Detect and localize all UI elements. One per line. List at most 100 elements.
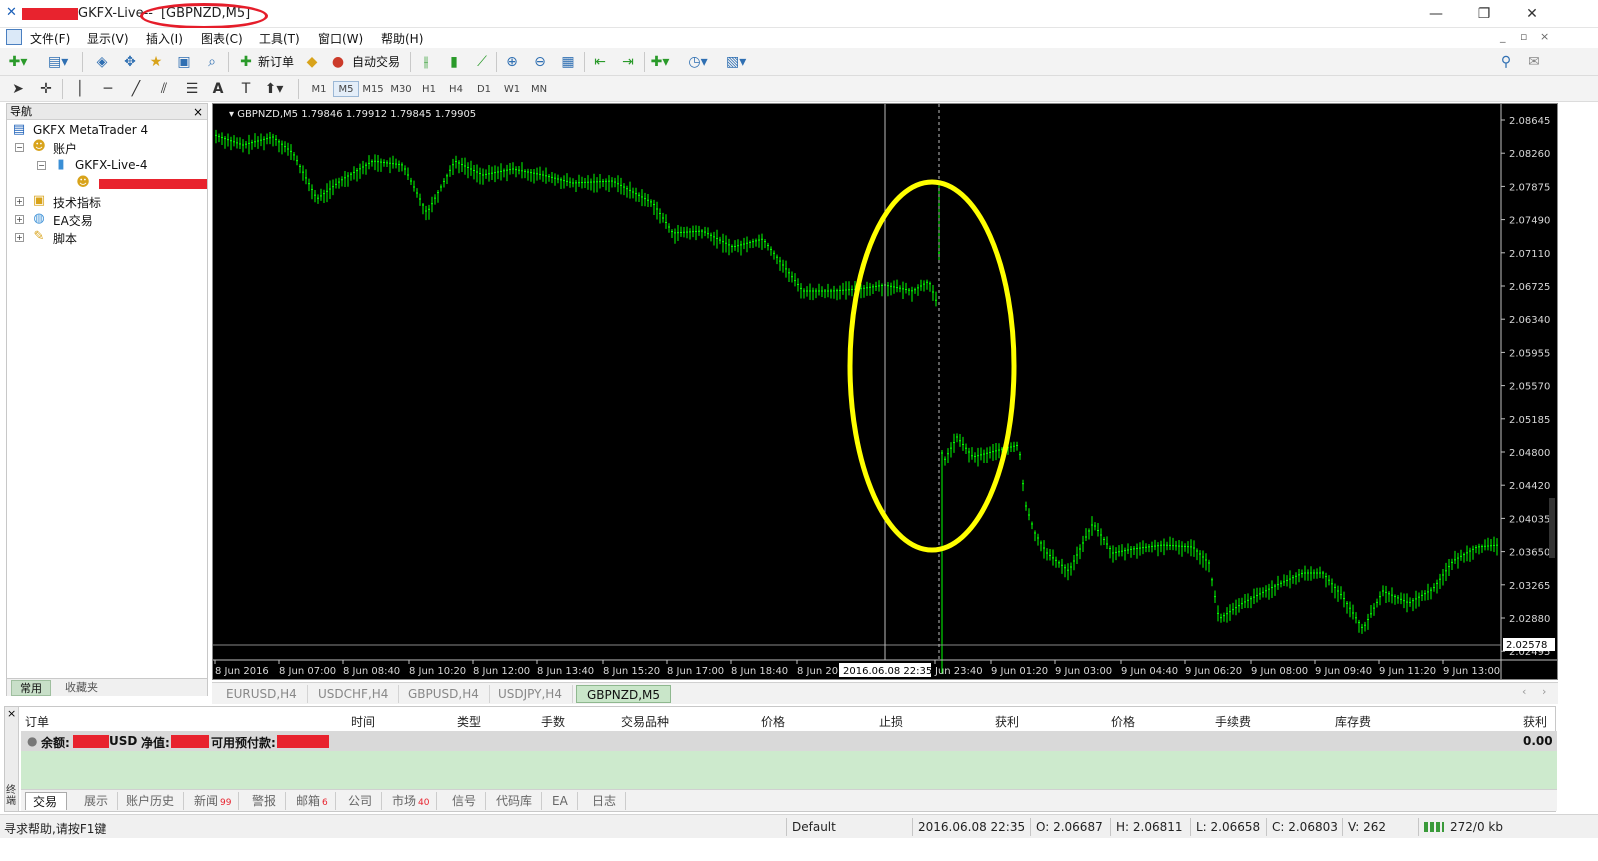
timeframe-m15[interactable]: M15 (360, 81, 386, 97)
col-time[interactable]: 时间 (351, 713, 375, 730)
terminal-close-icon[interactable]: × (7, 707, 16, 720)
new-order-button[interactable]: 新订单 (256, 52, 294, 72)
chart-window[interactable]: 2.08645 2.08260 2.07875 2.07490 2.07110 2.067… (212, 103, 1558, 680)
text-label-icon[interactable]: T (236, 79, 256, 99)
bar-chart-icon[interactable]: ⫲ (416, 52, 436, 72)
col-swap[interactable]: 库存费 (1335, 713, 1371, 730)
nav-indicators[interactable]: 技术指标 (53, 194, 101, 211)
trendline-icon[interactable]: ╱ (126, 79, 146, 99)
menu-chart[interactable]: 图表(C) (201, 30, 243, 47)
auto-scroll-icon[interactable]: ⇤ (590, 52, 610, 72)
timeframe-h4[interactable]: H4 (443, 81, 469, 97)
nav-account-server[interactable]: GKFX-Live-4 (75, 158, 148, 172)
zoom-in-icon[interactable]: ⊕ (502, 52, 522, 72)
new-chart-icon[interactable]: ✚▾ (8, 52, 28, 72)
col-profit[interactable]: 获利 (1523, 713, 1547, 730)
term-tab-experts[interactable]: EA (545, 792, 578, 810)
term-tab-market[interactable]: 市场 40 (385, 792, 438, 810)
nav-experts[interactable]: EA交易 (53, 212, 93, 229)
timeframe-h1[interactable]: H1 (416, 81, 442, 97)
timeframe-m5[interactable]: M5 (333, 81, 359, 97)
chart-tab-usdchf[interactable]: USDCHF,H4 (308, 685, 400, 703)
col-tp[interactable]: 获利 (995, 713, 1019, 730)
new-order-icon[interactable]: ✚ (236, 52, 256, 72)
search-icon[interactable]: ⚲ (1496, 52, 1516, 72)
restore-button[interactable]: ❐ (1466, 4, 1502, 24)
timeframe-m1[interactable]: M1 (306, 81, 332, 97)
term-tab-exposure[interactable]: 展示 (77, 792, 119, 810)
term-tab-mailbox[interactable]: 邮箱 6 (289, 792, 336, 810)
nav-tab-favorites[interactable]: 收藏夹 (57, 680, 106, 696)
col-lots[interactable]: 手数 (541, 713, 565, 730)
navigator-close-icon[interactable]: × (193, 104, 203, 120)
col-current-price[interactable]: 价格 (1111, 713, 1135, 730)
meta-editor-icon[interactable]: ◆ (302, 52, 322, 72)
data-window-icon[interactable]: ✥ (120, 52, 140, 72)
auto-trading-button[interactable]: 自动交易 (350, 52, 400, 72)
tabs-scroll-left-icon[interactable]: ‹ (1522, 685, 1526, 698)
term-tab-alerts[interactable]: 警报 (245, 792, 287, 810)
chart-tab-gbpusd[interactable]: GBPUSD,H4 (398, 685, 490, 703)
horizontal-line-icon[interactable]: ─ (98, 79, 118, 99)
arrows-icon[interactable]: ⬆▾ (264, 79, 284, 99)
channel-icon[interactable]: ⫽ (154, 79, 174, 99)
term-tab-codebase[interactable]: 代码库 (489, 792, 543, 810)
auto-trading-icon[interactable]: ● (328, 52, 348, 72)
nav-root[interactable]: GKFX MetaTrader 4 (33, 123, 148, 137)
tabs-scroll-right-icon[interactable]: › (1542, 685, 1546, 698)
menu-tools[interactable]: 工具(T) (259, 30, 300, 47)
accounts-collapse-icon[interactable]: − (15, 143, 24, 152)
zoom-out-icon[interactable]: ⊖ (530, 52, 550, 72)
term-tab-company[interactable]: 公司 (341, 792, 383, 810)
profiles-icon[interactable]: ▤▾ (48, 52, 68, 72)
strategy-tester-icon[interactable]: ⌕ (202, 52, 222, 72)
mdi-restore-icon[interactable]: ▫ (1520, 30, 1527, 43)
col-order[interactable]: 订单 (25, 713, 49, 730)
status-profile[interactable]: Default (792, 820, 836, 834)
chart-tab-usdjpy[interactable]: USDJPY,H4 (488, 685, 573, 703)
term-tab-trade[interactable]: 交易 (25, 792, 68, 810)
menu-help[interactable]: 帮助(H) (381, 30, 423, 47)
fibonacci-icon[interactable]: ☰ (182, 79, 202, 99)
menu-window[interactable]: 窗口(W) (318, 30, 363, 47)
chart-tab-gbpnzd[interactable]: GBPNZD,M5 (576, 685, 672, 703)
chart-shift-icon[interactable]: ⇥ (618, 52, 638, 72)
mdi-minimize-icon[interactable]: _ (1500, 30, 1506, 43)
col-type[interactable]: 类型 (457, 713, 481, 730)
timeframe-w1[interactable]: W1 (499, 81, 525, 97)
text-icon[interactable]: A (208, 79, 228, 99)
chart-scroll-handle[interactable] (1549, 498, 1555, 558)
term-tab-signals[interactable]: 信号 (445, 792, 487, 810)
vertical-line-icon[interactable]: │ (70, 79, 90, 99)
terminal-icon[interactable]: ▣ (174, 52, 194, 72)
candlestick-icon[interactable]: ▮ (444, 52, 464, 72)
timeframe-m30[interactable]: M30 (388, 81, 414, 97)
timeframe-mn[interactable]: MN (526, 81, 552, 97)
menu-file[interactable]: 文件(F) (30, 30, 70, 47)
col-symbol[interactable]: 交易品种 (621, 713, 669, 730)
indicators-icon[interactable]: ✚▾ (650, 52, 670, 72)
price-chart[interactable]: 2.08645 2.08260 2.07875 2.07490 2.07110 2.067… (213, 104, 1557, 679)
account-collapse-icon[interactable]: − (37, 161, 46, 170)
col-price[interactable]: 价格 (761, 713, 785, 730)
templates-icon[interactable]: ▧▾ (726, 52, 746, 72)
nav-scripts[interactable]: 脚本 (53, 230, 77, 247)
chart-tab-eurusd[interactable]: EURUSD,H4 (216, 685, 308, 703)
balance-row[interactable]: ● 余额: USD 净值: 可用预付款: 0.00 (21, 731, 1557, 751)
nav-tab-common[interactable]: 常用 (11, 680, 51, 696)
experts-expand-icon[interactable]: + (15, 215, 24, 224)
minimize-button[interactable]: — (1418, 4, 1454, 24)
term-tab-history[interactable]: 账户历史 (119, 792, 185, 810)
scripts-expand-icon[interactable]: + (15, 233, 24, 242)
tile-windows-icon[interactable]: ▦ (558, 52, 578, 72)
cursor-icon[interactable]: ➤ (8, 79, 28, 99)
col-sl[interactable]: 止损 (879, 713, 903, 730)
close-button[interactable]: ✕ (1514, 4, 1550, 24)
indicators-expand-icon[interactable]: + (15, 197, 24, 206)
term-tab-journal[interactable]: 日志 (585, 792, 627, 810)
col-commission[interactable]: 手续费 (1215, 713, 1251, 730)
timeframe-d1[interactable]: D1 (471, 81, 497, 97)
nav-accounts[interactable]: 账户 (53, 140, 77, 157)
menu-insert[interactable]: 插入(I) (146, 30, 183, 47)
chat-icon[interactable]: ✉ (1524, 52, 1544, 72)
